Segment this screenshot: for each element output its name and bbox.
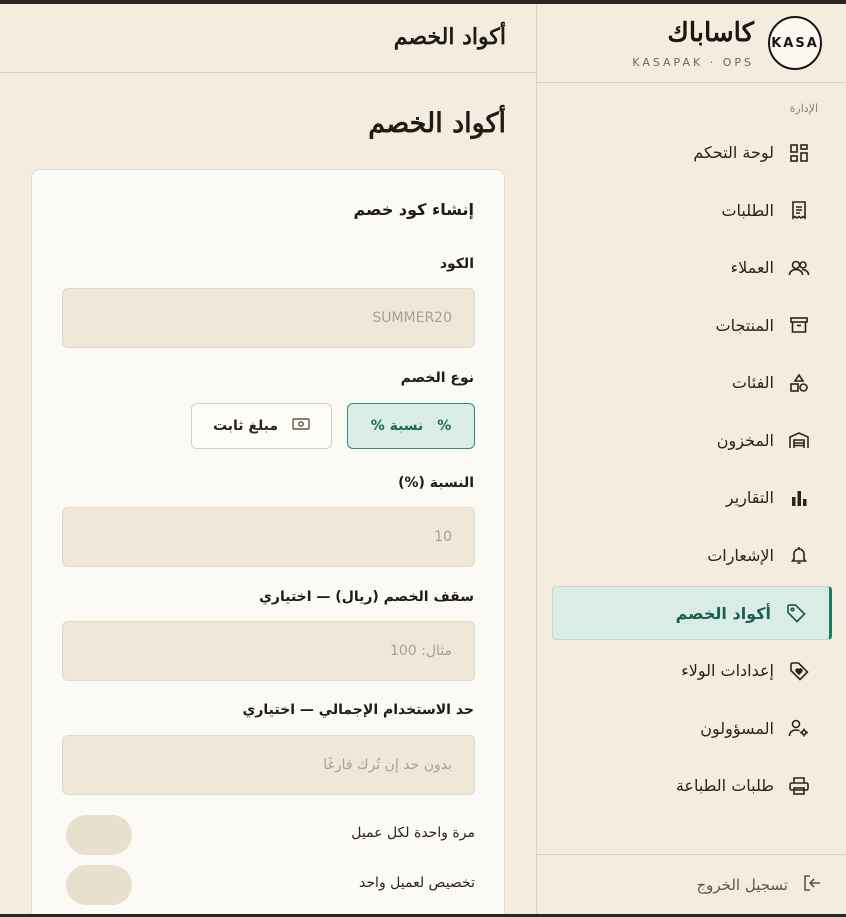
discount-type-label: نوع الخصم bbox=[400, 370, 474, 386]
once-per-customer-row: مرة واحدة لكل عميل bbox=[66, 815, 475, 855]
sidebar-item-label: لوحة التحكم bbox=[693, 143, 774, 163]
single-customer-label: تخصيص لعميل واحد bbox=[359, 875, 475, 891]
logout-button[interactable]: تسجيل الخروج bbox=[537, 854, 846, 914]
sidebar-item-notifications[interactable]: الإشعارات bbox=[552, 527, 832, 585]
logout-icon bbox=[802, 873, 822, 897]
users-icon bbox=[788, 257, 810, 279]
cap-input[interactable] bbox=[62, 621, 475, 681]
sidebar-item-label: المخزون bbox=[716, 430, 774, 450]
sidebar-item-orders[interactable]: الطلبات bbox=[552, 182, 832, 240]
printer-icon bbox=[788, 775, 810, 797]
receipt-icon bbox=[788, 199, 810, 221]
sidebar: KASA كاساباك KASAPAK · OPS الإدارة لوحة … bbox=[536, 4, 846, 914]
type-percent-button[interactable]: % نسبة % bbox=[347, 403, 475, 449]
nav-section-label: الإدارة bbox=[789, 102, 818, 115]
percent-label: النسبة (%) bbox=[398, 475, 474, 491]
sidebar-item-label: التقارير bbox=[725, 488, 774, 508]
sidebar-item-categories[interactable]: الفئات bbox=[552, 354, 832, 412]
user-gear-icon bbox=[788, 717, 810, 739]
page-title: أكواد الخصم bbox=[368, 108, 506, 139]
usage-limit-label: حد الاستخدام الإجمالي — اختياري bbox=[242, 702, 474, 718]
code-input[interactable] bbox=[62, 288, 475, 348]
code-label: الكود bbox=[439, 256, 474, 272]
app-window: KASA كاساباك KASAPAK · OPS الإدارة لوحة … bbox=[0, 4, 846, 914]
dashboard-icon bbox=[788, 142, 810, 164]
type-percent-label: نسبة % bbox=[370, 418, 424, 434]
shapes-icon bbox=[788, 372, 810, 394]
sidebar-item-discount-codes[interactable]: أكواد الخصم bbox=[552, 586, 832, 640]
percent-icon: % bbox=[437, 418, 452, 434]
sidebar-item-dashboard[interactable]: لوحة التحكم bbox=[552, 124, 832, 182]
sidebar-item-admins[interactable]: المسؤولون bbox=[552, 700, 832, 758]
sidebar-item-loyalty-settings[interactable]: إعدادات الولاء bbox=[552, 642, 832, 700]
sidebar-nav: لوحة التحكم الطلبات العملاء المنتجات الف… bbox=[552, 124, 832, 815]
sidebar-item-label: طلبات الطباعة bbox=[675, 776, 774, 796]
brand-subtitle: KASAPAK · OPS bbox=[632, 56, 754, 69]
sidebar-item-label: الطلبات bbox=[721, 200, 774, 220]
brand-logo[interactable]: KASA bbox=[768, 16, 822, 70]
once-per-customer-label: مرة واحدة لكل عميل bbox=[351, 825, 475, 841]
heart-tag-icon bbox=[788, 660, 810, 682]
bar-chart-icon bbox=[788, 487, 810, 509]
sidebar-item-print-requests[interactable]: طلبات الطباعة bbox=[552, 757, 832, 815]
logout-label: تسجيل الخروج bbox=[696, 875, 788, 894]
topbar-title: أكواد الخصم bbox=[393, 24, 506, 50]
cap-label: سقف الخصم (ريال) — اختياري bbox=[259, 589, 474, 605]
type-fixed-button[interactable]: مبلغ ثابت bbox=[191, 403, 332, 449]
sidebar-item-label: المنتجات bbox=[715, 315, 775, 335]
tag-icon bbox=[785, 602, 807, 624]
cash-icon bbox=[292, 417, 310, 435]
create-discount-card: إنشاء كود خصم الكود نوع الخصم % نسبة % م… bbox=[31, 169, 505, 914]
sidebar-item-label: أكواد الخصم bbox=[675, 603, 771, 623]
topbar: أكواد الخصم bbox=[0, 4, 536, 73]
archive-icon bbox=[788, 314, 810, 336]
warehouse-icon bbox=[788, 429, 810, 451]
single-customer-row: تخصيص لعميل واحد bbox=[66, 865, 475, 905]
sidebar-item-label: الفئات bbox=[731, 373, 774, 393]
percent-input[interactable] bbox=[62, 507, 475, 567]
sidebar-item-label: الإشعارات bbox=[707, 545, 774, 565]
sidebar-item-label: إعدادات الولاء bbox=[681, 661, 774, 681]
card-title: إنشاء كود خصم bbox=[353, 200, 475, 219]
main-content: أكواد الخصم أكواد الخصم إنشاء كود خصم ال… bbox=[0, 4, 536, 914]
type-fixed-label: مبلغ ثابت bbox=[212, 418, 279, 434]
usage-limit-input[interactable] bbox=[62, 735, 475, 795]
once-per-customer-toggle[interactable] bbox=[66, 815, 132, 855]
sidebar-item-label: العملاء bbox=[730, 258, 774, 278]
sidebar-item-inventory[interactable]: المخزون bbox=[552, 412, 832, 470]
sidebar-item-customers[interactable]: العملاء bbox=[552, 239, 832, 297]
sidebar-item-reports[interactable]: التقارير bbox=[552, 469, 832, 527]
sidebar-item-products[interactable]: المنتجات bbox=[552, 297, 832, 355]
brand-name: كاساباك bbox=[667, 18, 754, 48]
sidebar-item-label: المسؤولون bbox=[700, 718, 774, 738]
single-customer-toggle[interactable] bbox=[66, 865, 132, 905]
bell-icon bbox=[788, 544, 810, 566]
brand-header: KASA كاساباك KASAPAK · OPS bbox=[537, 4, 846, 83]
